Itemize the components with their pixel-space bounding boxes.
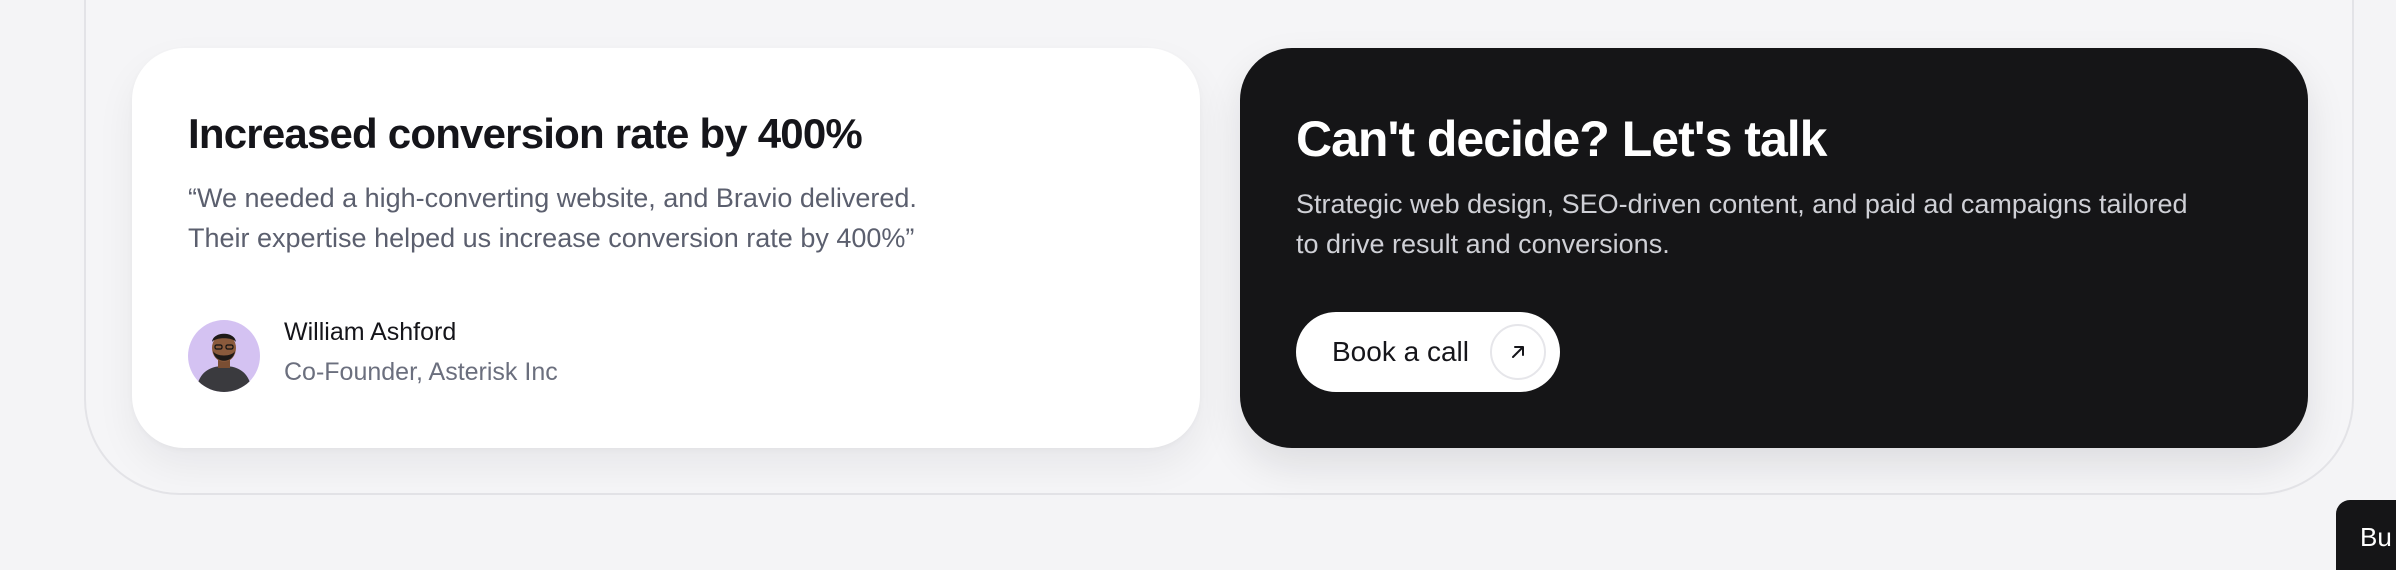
person-avatar-icon	[196, 333, 252, 392]
cta-title: Can't decide? Let's talk	[1296, 111, 1827, 167]
cta-description: Strategic web design, SEO-driven content…	[1296, 184, 2256, 264]
arrow-up-right-icon	[1490, 324, 1546, 380]
testimonial-title: Increased conversion rate by 400%	[188, 110, 863, 157]
book-call-label: Book a call	[1332, 336, 1469, 367]
testimonial-quote-line-1: “We needed a high-converting website, an…	[188, 183, 917, 213]
testimonial-quote: “We needed a high-converting website, an…	[188, 178, 1088, 258]
cta-description-line-2: to drive result and conversions.	[1296, 229, 1670, 259]
cta-card: Can't decide? Let's talk Strategic web d…	[1240, 48, 2308, 448]
cta-description-line-1: Strategic web design, SEO-driven content…	[1296, 189, 2188, 219]
testimonial-card: Increased conversion rate by 400% “We ne…	[132, 48, 1200, 448]
floating-corner-label: Bu	[2360, 522, 2392, 552]
author-role: Co-Founder, Asterisk Inc	[284, 358, 558, 386]
testimonial-quote-line-2: Their expertise helped us increase conve…	[188, 223, 915, 253]
book-call-button[interactable]: Book a call	[1296, 312, 1560, 392]
author-name: William Ashford	[284, 318, 457, 346]
floating-corner-button[interactable]: Bu	[2336, 500, 2396, 570]
author-avatar	[188, 320, 260, 392]
